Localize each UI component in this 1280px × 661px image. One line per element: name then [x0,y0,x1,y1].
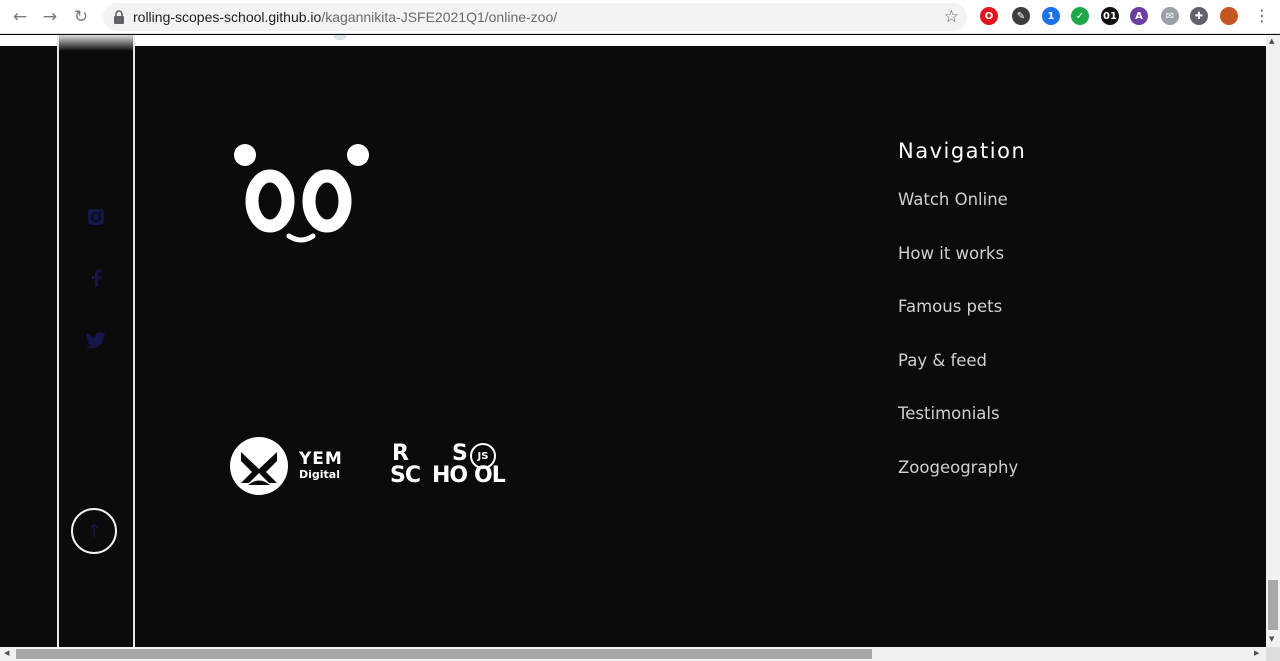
left-sidebar: ↑ [57,35,135,647]
scroll-left-arrow-icon[interactable]: ◀ [4,649,9,657]
profile-avatar[interactable] [1220,7,1238,25]
lock-icon [114,10,124,24]
facebook-icon [92,269,102,287]
nav-item-watch-online: Watch Online [898,190,1026,244]
address-bar[interactable]: rolling-scopes-school.github.io/kagannik… [103,3,967,31]
twitter-icon [86,331,106,348]
url-text: rolling-scopes-school.github.io/kagannik… [133,9,557,25]
scrollbar-corner [1266,647,1280,661]
nav-item-zoogeography: Zoogeography [898,458,1026,512]
binary-extension-icon[interactable]: 01 [1101,7,1119,25]
nav-item-testimonials: Testimonials [898,404,1026,458]
yem-digital-logo[interactable]: YEM Digital [228,435,378,497]
nav-item-pay-feed: Pay & feed [898,351,1026,405]
yem-emblem-icon [230,437,288,495]
navigation-heading: Navigation [898,139,1027,163]
facebook-link[interactable] [86,268,106,288]
browser-toolbar: ← → ↻ rolling-scopes-school.github.io/ka… [0,0,1280,34]
rs-school-logo[interactable]: R S JS SC HO OL [390,439,520,495]
nav-link-zoogeography[interactable]: Zoogeography [898,458,1018,477]
rs-school-ol: OL [474,463,506,488]
yem-sub: Digital [299,468,340,481]
sidebar-shade [59,35,133,51]
nav-link-pay-feed[interactable]: Pay & feed [898,351,987,370]
horizontal-scroll-thumb[interactable] [16,649,872,659]
puzzle-icon[interactable]: ✚ [1190,7,1208,25]
slider-dot [333,35,347,40]
reload-button[interactable]: ↻ [69,5,93,29]
nav-item-famous-pets: Famous pets [898,297,1026,351]
back-button[interactable]: ← [8,5,32,29]
section-bottom-edge [0,35,1266,46]
navigation-list: Watch Online How it works Famous pets Pa… [898,190,1026,512]
chart-extension-icon[interactable]: A [1130,7,1148,25]
check-extension-icon[interactable]: ✓ [1071,7,1089,25]
forward-arrow-icon: → [42,7,58,27]
nav-item-how-it-works: How it works [898,244,1026,298]
js-badge-text: JS [477,450,489,462]
page-content: ↑ YEM Digital R S JS SC HO OL Navigation… [0,35,1266,647]
bookmark-star-icon[interactable]: ☆ [944,7,959,27]
forward-button[interactable]: → [38,5,62,29]
footer-navigation: Navigation Watch Online How it works Fam… [898,139,1026,512]
yem-name: YEM [299,449,343,469]
vertical-scrollbar[interactable]: ▲ ▼ [1266,35,1280,647]
nav-link-how-it-works[interactable]: How it works [898,244,1004,263]
nav-link-testimonials[interactable]: Testimonials [898,404,1000,423]
lock-extension-icon[interactable]: 1 [1042,7,1060,25]
nav-link-watch-online[interactable]: Watch Online [898,190,1008,209]
arrow-up-icon: ↑ [86,520,102,542]
url-host: rolling-scopes-school.github.io [133,9,322,25]
browser-menu-icon[interactable]: ⋮ [1254,6,1270,25]
scroll-down-arrow-icon[interactable]: ▼ [1269,635,1274,643]
tag-extension-icon[interactable]: ✉ [1161,7,1179,25]
url-path: /kagannikita-JSFE2021Q1/online-zoo/ [321,9,558,25]
zoo-logo [234,144,369,243]
instagram-icon [88,209,104,225]
scroll-to-top-button[interactable]: ↑ [71,508,117,554]
rs-school-sc: SC [390,463,421,488]
rs-school-ho: HO [432,463,468,488]
horizontal-scrollbar[interactable]: ◀ ▶ [0,647,1266,661]
eyedropper-icon[interactable]: ✎ [1012,7,1030,25]
vertical-scroll-thumb[interactable] [1268,580,1278,630]
back-arrow-icon: ← [12,7,28,27]
scroll-right-arrow-icon[interactable]: ▶ [1254,649,1259,657]
scroll-up-arrow-icon[interactable]: ▲ [1269,37,1274,45]
twitter-link[interactable] [86,330,106,350]
instagram-link[interactable] [86,207,106,227]
yem-digital-text: YEM Digital [299,449,343,481]
nav-link-famous-pets[interactable]: Famous pets [898,297,1002,316]
opera-icon[interactable]: O [980,7,998,25]
reload-icon: ↻ [73,7,89,27]
